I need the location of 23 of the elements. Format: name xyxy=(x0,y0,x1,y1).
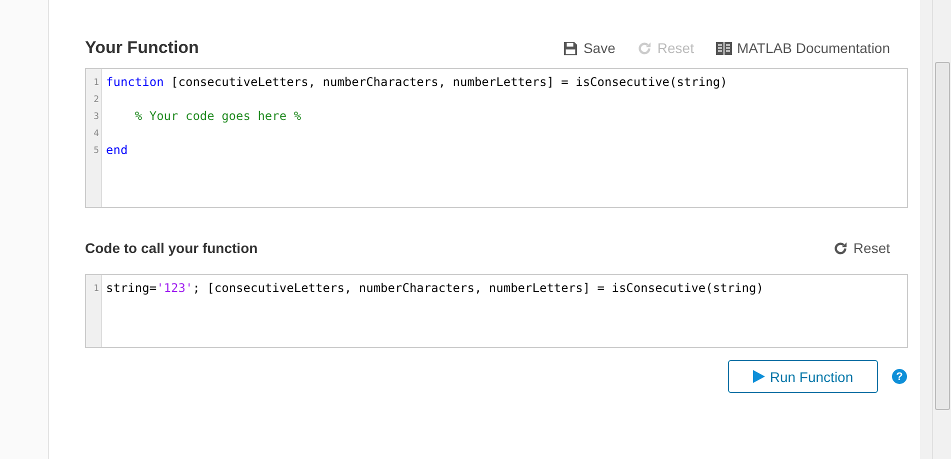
refresh-icon xyxy=(833,240,848,256)
refresh-icon xyxy=(637,40,652,56)
code-line: string='123'; [consecutiveLetters, numberCharacters, numberLetters] = isConsecutive(string) xyxy=(106,281,764,297)
line-number: 1 xyxy=(92,283,100,296)
play-icon xyxy=(752,370,765,383)
line-number: 4 xyxy=(92,128,100,141)
line-number: 1 xyxy=(92,77,100,90)
code-line: function [consecutiveLetters, numberCharacters, numberLetters] = isConsecutive(string) xyxy=(106,75,728,91)
scrollbar-thumb[interactable] xyxy=(935,62,950,410)
docs-button[interactable]: MATLAB Documentation xyxy=(716,38,890,58)
reset-button[interactable]: Reset xyxy=(833,238,890,258)
code-line: % Your code goes here % xyxy=(134,109,302,125)
line-number: 5 xyxy=(92,145,100,158)
section-title: Code to call your function xyxy=(85,240,258,256)
line-number: 3 xyxy=(92,111,100,124)
book-icon xyxy=(716,42,732,54)
line-number: 2 xyxy=(92,94,100,107)
help-icon[interactable]: ? xyxy=(892,369,907,384)
save-icon xyxy=(563,40,578,56)
run-function-button[interactable]: Run Function xyxy=(728,360,878,393)
section-title: Your Function xyxy=(85,38,199,58)
save-button[interactable]: Save xyxy=(563,38,616,58)
code-line: end xyxy=(106,143,129,159)
